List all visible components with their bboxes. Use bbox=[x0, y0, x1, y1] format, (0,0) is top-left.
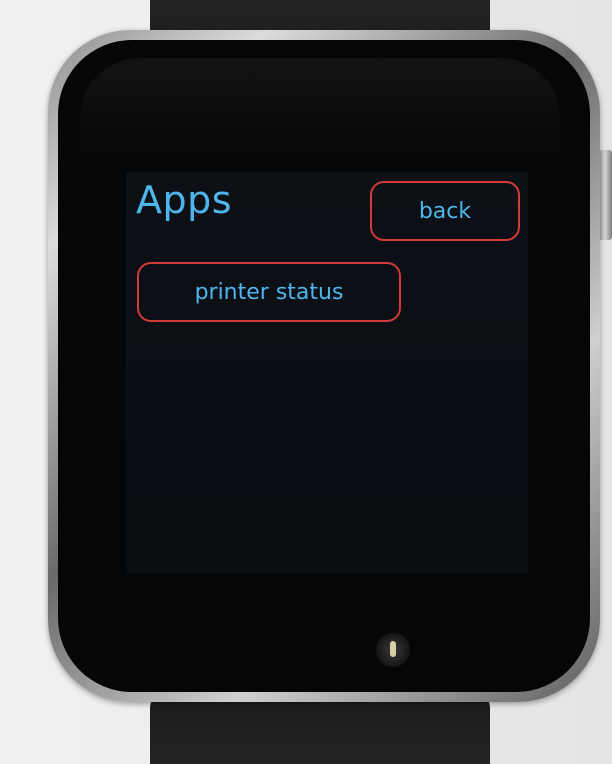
sensor-light bbox=[390, 641, 396, 657]
bezel-glare bbox=[80, 58, 560, 168]
back-button[interactable]: back bbox=[370, 181, 520, 241]
watch-crown[interactable] bbox=[598, 150, 612, 240]
screen-title: Apps bbox=[136, 178, 233, 222]
app-button-printer-status[interactable]: printer status bbox=[137, 262, 401, 322]
watch-photo: Apps back printer status bbox=[0, 0, 612, 764]
sensor-icon bbox=[376, 633, 410, 667]
watch-screen: Apps back printer status bbox=[126, 172, 528, 574]
